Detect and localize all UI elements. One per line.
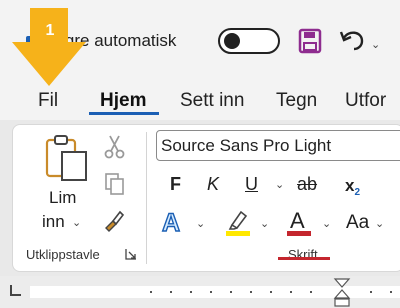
indent-marker-icon[interactable] <box>332 278 352 308</box>
tab-insert[interactable]: Sett inn <box>180 90 244 112</box>
svg-text:A: A <box>162 209 180 236</box>
dialog-launcher-icon[interactable] <box>125 248 137 260</box>
ruler-tick <box>170 291 172 293</box>
toggle-knob <box>224 33 240 49</box>
text-effects-icon[interactable]: A <box>160 208 186 236</box>
tab-stop-icon[interactable] <box>8 284 22 298</box>
undo-dropdown-chevron-icon[interactable]: ⌄ <box>371 38 380 51</box>
ruler-tick <box>230 291 232 293</box>
ruler-tick <box>270 291 272 293</box>
ruler-tick <box>190 291 192 293</box>
callout-number: 1 <box>45 22 55 39</box>
italic-button[interactable]: K <box>207 174 219 195</box>
paste-label-line1[interactable]: Lim <box>49 188 76 208</box>
ruler-tick <box>150 291 152 293</box>
clipboard-group-label: Utklippstavle <box>26 247 100 262</box>
ruler-tick <box>310 291 312 293</box>
ruler-tick <box>210 291 212 293</box>
cut-icon[interactable] <box>104 134 126 160</box>
strikethrough-button[interactable]: ab <box>297 174 317 195</box>
bold-button[interactable]: F <box>170 174 181 195</box>
copy-icon[interactable] <box>104 172 126 196</box>
ruler-tick <box>250 291 252 293</box>
font-color-icon[interactable]: A <box>286 206 312 236</box>
highlighter-dropdown-chevron-icon[interactable]: ⌄ <box>260 217 269 230</box>
underline-dropdown-chevron-icon[interactable]: ⌄ <box>275 178 284 191</box>
autosave-toggle[interactable] <box>218 28 280 54</box>
active-tab-indicator <box>89 112 159 115</box>
tab-design[interactable]: Utfor <box>345 90 386 112</box>
text-effects-dropdown-chevron-icon[interactable]: ⌄ <box>196 217 205 230</box>
callout-arrow-icon <box>12 8 86 86</box>
highlighter-icon[interactable] <box>224 208 252 236</box>
svg-text:A: A <box>290 208 305 233</box>
ruler-tick <box>390 291 392 293</box>
paste-label-line2[interactable]: inn <box>42 212 65 232</box>
tab-draw[interactable]: Tegn <box>276 90 317 112</box>
font-group-accent <box>278 257 330 260</box>
font-name-value: Source Sans Pro Light <box>161 136 332 155</box>
format-painter-icon[interactable] <box>102 208 126 232</box>
save-icon[interactable] <box>298 28 322 54</box>
group-divider <box>146 132 147 264</box>
change-case-dropdown-chevron-icon[interactable]: ⌄ <box>375 217 384 230</box>
undo-icon[interactable] <box>338 28 368 52</box>
tab-home[interactable]: Hjem <box>100 90 146 112</box>
paste-icon[interactable] <box>44 134 90 182</box>
font-color-dropdown-chevron-icon[interactable]: ⌄ <box>322 217 331 230</box>
underline-button[interactable]: U <box>245 174 258 195</box>
paste-dropdown-chevron-icon[interactable]: ⌄ <box>72 216 81 229</box>
tab-file[interactable]: Fil <box>38 90 58 112</box>
subscript-two: 2 <box>354 187 361 198</box>
change-case-button[interactable]: Aa <box>346 212 369 234</box>
ruler-tick <box>290 291 292 293</box>
subscript-button[interactable]: x2 <box>345 176 360 198</box>
ruler-tick <box>370 291 372 293</box>
